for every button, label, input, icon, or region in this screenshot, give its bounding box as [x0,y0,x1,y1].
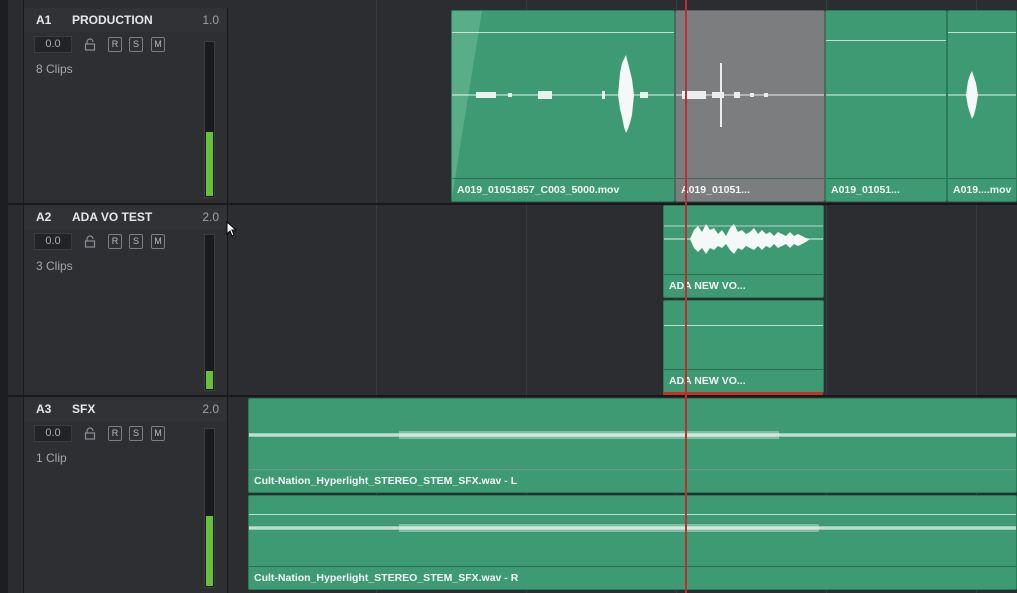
fairlight-timeline: A1 PRODUCTION 1.0 0.0 R S M 8 Clips A2 A… [0,0,1017,593]
clip-name: A019_01051... [831,184,900,196]
lock-icon[interactable] [84,427,96,440]
track-format[interactable]: 1.0 [202,13,219,27]
track-id: A1 [36,13,52,27]
level-meter [204,234,215,391]
track-gutter-a2[interactable] [8,205,24,395]
clip-count: 3 Clips [36,259,73,273]
audio-clip[interactable]: ADA NEW VO... [663,205,824,298]
clip-level-line [664,325,823,326]
audio-clip-selected[interactable]: A019_01051... [675,10,825,202]
track-id: A3 [36,402,52,416]
mute-button[interactable]: M [151,37,165,52]
track-format[interactable]: 2.0 [202,210,219,224]
playhead[interactable] [685,0,687,593]
audio-waveform [948,71,1016,119]
mute-button[interactable]: M [151,426,165,441]
meter-fill [206,371,213,389]
solo-button[interactable]: S [129,426,143,441]
volume-field[interactable]: 0.0 [34,36,72,53]
mouse-cursor-icon [226,221,238,237]
clip-count: 8 Clips [36,62,73,76]
clip-count: 1 Clip [36,451,67,465]
clip-name: ADA NEW VO... [669,280,746,292]
clip-name: Cult-Nation_Hyperlight_STEREO_STEM_SFX.w… [254,572,519,584]
audio-clip[interactable]: A019_01051... [825,10,947,202]
audio-clip[interactable]: A019....mov [947,10,1017,202]
audio-waveform [826,94,946,96]
volume-field[interactable]: 0.0 [34,233,72,250]
clip-name: Cult-Nation_Hyperlight_STEREO_STEM_SFX.w… [254,475,518,487]
audio-clip[interactable]: A019_01051857_C003_5000.mov [451,10,675,202]
track-name[interactable]: SFX [72,402,95,416]
audio-clip[interactable]: Cult-Nation_Hyperlight_STEREO_STEM_SFX.w… [248,495,1017,590]
track-format[interactable]: 2.0 [202,402,219,416]
level-meter [204,41,215,198]
track-title-bar[interactable]: A3 SFX 2.0 [24,397,227,421]
track-separator [8,203,1017,205]
level-meter [204,428,215,588]
track-title-bar[interactable]: A2 ADA VO TEST 2.0 [24,205,227,229]
audio-clip[interactable]: Cult-Nation_Hyperlight_STEREO_STEM_SFX.w… [248,398,1017,493]
solo-button[interactable]: S [129,37,143,52]
clip-name: A019....mov [953,184,1012,196]
clip-selection-underline [663,392,823,395]
meter-fill [206,516,213,586]
audio-waveform [676,63,824,127]
solo-button[interactable]: S [129,234,143,249]
track-gutter-a1[interactable] [8,0,24,203]
audio-clip[interactable]: ADA NEW VO... [663,300,824,393]
clip-name: A019_01051857_C003_5000.mov [457,184,620,196]
mute-button[interactable]: M [151,234,165,249]
record-arm-button[interactable]: R [108,234,122,249]
track-title-bar[interactable]: A1 PRODUCTION 1.0 [24,8,227,32]
track-separator [8,395,1017,397]
volume-field[interactable]: 0.0 [34,425,72,442]
clip-name: ADA NEW VO... [669,375,746,387]
lock-icon[interactable] [84,38,96,51]
track-header-a1[interactable]: A1 PRODUCTION 1.0 0.0 R S M 8 Clips [24,8,228,203]
lock-icon[interactable] [84,235,96,248]
record-arm-button[interactable]: R [108,426,122,441]
meter-fill [206,132,213,196]
track-id: A2 [36,210,52,224]
track-name[interactable]: PRODUCTION [72,13,153,27]
track-header-a2[interactable]: A2 ADA VO TEST 2.0 0.0 R S M 3 Clips [24,205,228,395]
track-header-a3[interactable]: A3 SFX 2.0 0.0 R S M 1 Clip [24,397,228,593]
record-arm-button[interactable]: R [108,37,122,52]
audio-waveform [452,55,674,133]
track-name[interactable]: ADA VO TEST [72,210,152,224]
track-gutter-a3[interactable] [8,397,24,593]
clip-name: A019_01051... [681,184,750,196]
